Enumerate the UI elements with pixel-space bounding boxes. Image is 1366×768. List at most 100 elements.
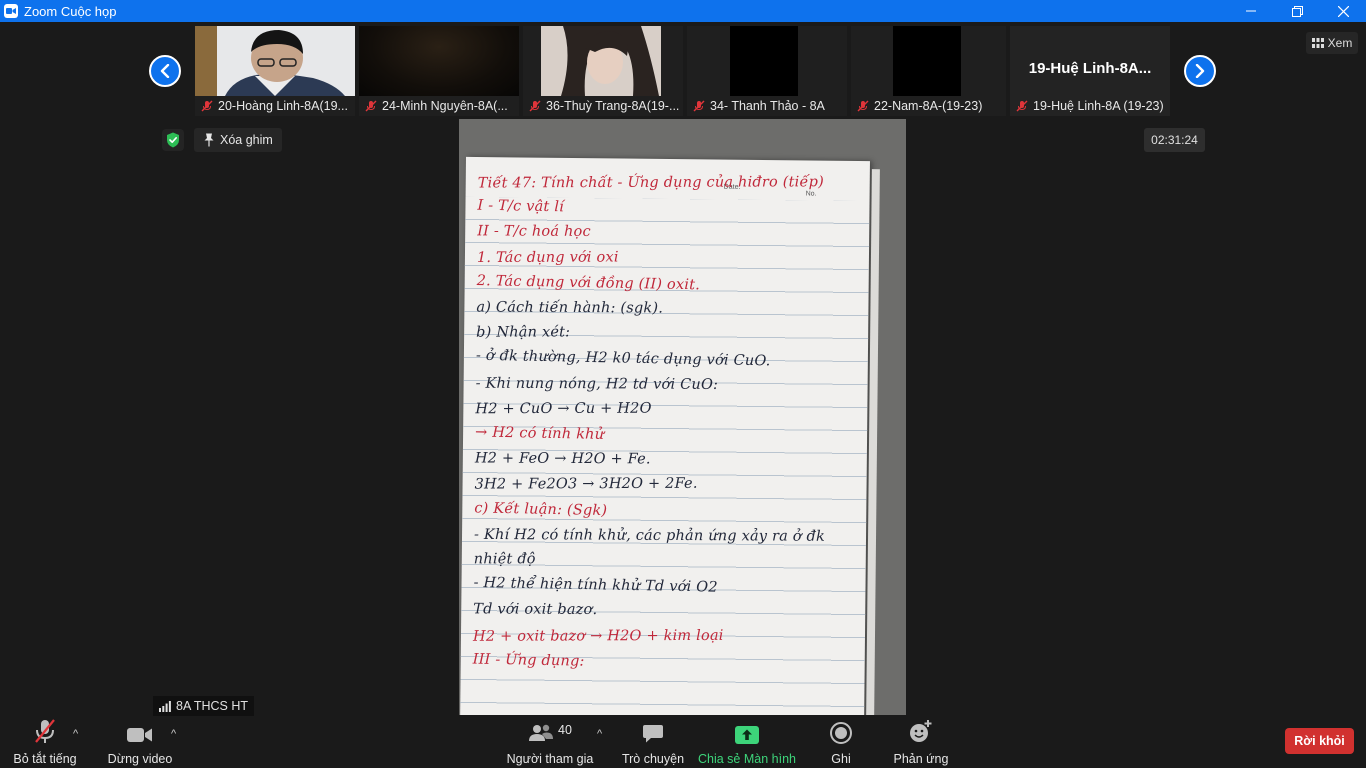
participants-options-caret[interactable]: ^ <box>597 728 602 740</box>
participant-tile[interactable]: 22-Nam-8A-(19-23) <box>851 26 1006 116</box>
share-screen-label: Chia sẻ Màn hình <box>698 752 796 766</box>
muted-mic-icon <box>201 100 213 112</box>
participant-tile[interactable]: 20-Hoàng Linh-8A(19... <box>195 26 355 116</box>
audio-options-caret[interactable]: ^ <box>73 728 78 740</box>
title-bar: Zoom Cuộc họp <box>0 0 1366 22</box>
participant-video <box>523 26 683 96</box>
window-controls <box>1228 0 1366 22</box>
unpin-label: Xóa ghim <box>220 133 273 147</box>
leave-meeting-button[interactable]: Rời khỏi <box>1285 728 1354 754</box>
note-line: 1. Tác dụng với oxi <box>476 249 619 266</box>
participant-tile[interactable]: 19-Huệ Linh-8A... 19-Huệ Linh-8A (19-23) <box>1010 26 1170 116</box>
note-line: - Khí H2 có tính khử, các phản ứng xảy r… <box>474 526 826 545</box>
note-line: → H2 có tính khử <box>474 424 605 443</box>
participant-video <box>851 26 1006 96</box>
number-label: No. <box>805 190 817 198</box>
zoom-meeting-window: Zoom Cuộc họp 20-Hoàng Linh-8A(19... 24-… <box>0 0 1366 768</box>
reactions-button[interactable]: Phản ứng <box>890 716 952 768</box>
muted-mic-icon <box>529 100 541 112</box>
smiley-add-icon <box>910 720 932 742</box>
participant-tile[interactable]: 34- Thanh Thảo - 8A <box>687 26 847 116</box>
view-button[interactable]: Xem <box>1306 32 1358 54</box>
muted-mic-icon <box>693 100 705 112</box>
reactions-label: Phản ứng <box>893 752 949 766</box>
notebook-page: Date: No. Tiết 47: Tính chất - Ứng dụng … <box>460 156 870 715</box>
record-icon <box>830 722 852 744</box>
participant-tile[interactable]: 36-Thuỳ Trang-8A(19-... <box>523 26 683 116</box>
window-title: Zoom Cuộc họp <box>24 3 117 19</box>
note-line: Td với oxit bazơ. <box>473 601 598 619</box>
participant-video <box>195 26 355 96</box>
grid-view-icon <box>1311 38 1324 48</box>
muted-mic-icon <box>1016 100 1028 112</box>
unpin-video-button[interactable]: Xóa ghim <box>194 128 282 152</box>
video-camera-icon <box>127 728 152 742</box>
pin-icon <box>204 133 214 147</box>
video-options-caret[interactable]: ^ <box>171 728 176 740</box>
share-screen-button[interactable]: Chia sẻ Màn hình <box>698 716 796 768</box>
signal-bars-icon <box>159 700 171 712</box>
record-button[interactable]: Ghi <box>821 716 861 768</box>
note-line: I - T/c vật lí <box>477 197 565 216</box>
unmute-label: Bỏ tắt tiếng <box>13 752 77 766</box>
participants-icon <box>529 724 554 741</box>
participant-name: 24-Minh Nguyên-8A(... <box>382 99 508 113</box>
participants-button[interactable]: 40 Người tham gia <box>504 716 596 768</box>
note-line: c) Kết luận: (Sgk) <box>474 500 608 519</box>
close-button[interactable] <box>1320 0 1366 22</box>
close-icon <box>1337 5 1349 17</box>
note-line: II - T/c hoá học <box>477 223 591 241</box>
participants-label: Người tham gia <box>506 752 594 766</box>
shield-check-icon <box>167 132 179 148</box>
note-line: H2 + oxit bazơ → H2O + kim loại <box>472 627 724 645</box>
participant-name-bar: 19-Huệ Linh-8A (19-23) <box>1010 96 1170 116</box>
note-line: H2 + FeO → H2O + Fe. <box>474 450 651 468</box>
note-line: III - Ứng dụng: <box>472 651 585 670</box>
participant-tile[interactable]: 24-Minh Nguyên-8A(... <box>359 26 519 116</box>
previous-page-button[interactable] <box>149 55 181 87</box>
participant-name: 19-Huệ Linh-8A (19-23) <box>1033 99 1164 113</box>
participant-count: 40 <box>558 723 572 737</box>
share-screen-icon <box>735 726 759 744</box>
participant-display-name: 19-Huệ Linh-8A... <box>1028 60 1152 77</box>
note-line: - Khi nung nóng, H2 td với CuO: <box>475 375 719 393</box>
participant-name-bar: 36-Thuỳ Trang-8A(19-... <box>523 96 683 116</box>
note-line: H2 + CuO → Cu + H2O <box>475 400 652 418</box>
participant-name-bar: 24-Minh Nguyên-8A(... <box>359 96 519 116</box>
muted-mic-icon <box>365 100 377 112</box>
meeting-toolbar: Bỏ tắt tiếng ^ Dừng video ^ 40 Người tha… <box>0 716 1366 768</box>
chat-label: Trò chuyện <box>621 752 685 766</box>
note-line: nhiệt độ <box>473 551 536 568</box>
security-indicator[interactable] <box>162 129 184 151</box>
unmute-button[interactable]: Bỏ tắt tiếng <box>8 716 82 768</box>
participant-name: 34- Thanh Thảo - 8A <box>710 99 825 113</box>
connection-name: 8A THCS HT <box>176 699 249 713</box>
muted-microphone-icon <box>35 719 55 743</box>
connection-status[interactable]: 8A THCS HT <box>153 696 255 716</box>
participant-video <box>687 26 847 96</box>
note-line: b) Nhận xét: <box>476 324 571 341</box>
meeting-timer: 02:31:24 <box>1144 128 1205 152</box>
next-page-button[interactable] <box>1184 55 1216 87</box>
minimize-icon <box>1246 10 1256 12</box>
zoom-logo-icon <box>4 4 18 18</box>
record-label: Ghi <box>831 752 851 766</box>
stop-video-button[interactable]: Dừng video <box>104 716 176 768</box>
muted-mic-icon <box>857 100 869 112</box>
participant-name-bar: 22-Nam-8A-(19-23) <box>851 96 1006 116</box>
note-line: 3H2 + Fe2O3 → 3H2O + 2Fe. <box>474 476 698 493</box>
pinned-video: Date: No. Tiết 47: Tính chất - Ứng dụng … <box>459 119 906 715</box>
participant-name: 20-Hoàng Linh-8A(19... <box>218 99 348 113</box>
restore-icon <box>1291 5 1303 17</box>
participant-video <box>359 26 519 96</box>
chat-button[interactable]: Trò chuyện <box>620 716 686 768</box>
note-line: a) Cách tiến hành: (sgk). <box>476 299 664 317</box>
handwritten-notes: Tiết 47: Tính chất - Ứng dụng của hiđro … <box>466 157 870 669</box>
minimize-button[interactable] <box>1228 0 1274 22</box>
participant-name: 22-Nam-8A-(19-23) <box>874 99 983 113</box>
stop-video-label: Dừng video <box>107 752 173 766</box>
chevron-right-icon <box>1195 64 1205 78</box>
maximize-button[interactable] <box>1274 0 1320 22</box>
note-line: Tiết 47: Tính chất - Ứng dụng của hiđro … <box>477 174 824 192</box>
participant-name: 36-Thuỳ Trang-8A(19-... <box>546 99 680 113</box>
